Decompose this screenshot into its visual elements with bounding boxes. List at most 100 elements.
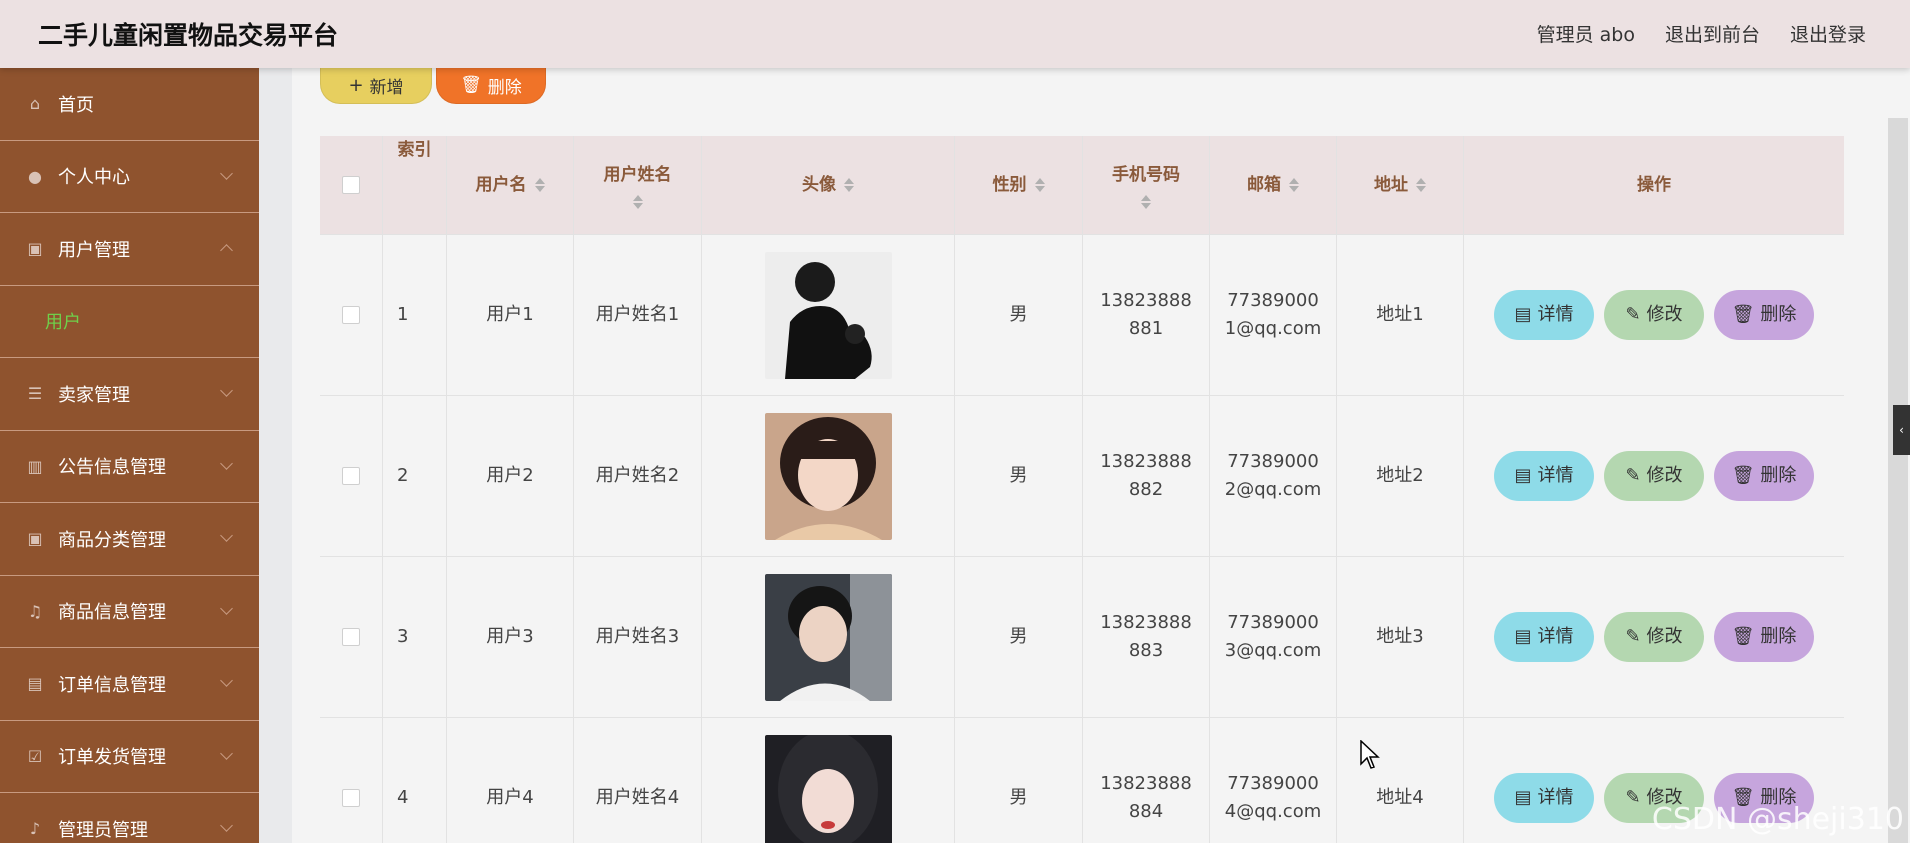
select-all-checkbox[interactable] bbox=[342, 176, 360, 194]
header-index-label: 索引 bbox=[397, 140, 432, 160]
detail-button[interactable]: ▤ 详情 bbox=[1494, 290, 1594, 340]
user-icon: ● bbox=[28, 166, 42, 186]
header-index: 索引 bbox=[383, 136, 447, 234]
row-realname: 用户姓名4 bbox=[574, 718, 702, 843]
sort-icon[interactable] bbox=[632, 195, 643, 209]
detail-button[interactable]: ▤ 详情 bbox=[1494, 612, 1594, 662]
row-checkbox[interactable] bbox=[342, 306, 360, 324]
detail-label: 详情 bbox=[1537, 787, 1574, 808]
sidebar-item-home[interactable]: ⌂ 首页 bbox=[0, 68, 259, 141]
delete-button[interactable]: 🗑 删除 bbox=[1714, 451, 1814, 501]
sidebar-item-admins[interactable]: ♪ 管理员管理 bbox=[0, 793, 259, 843]
sidebar-item-shipping[interactable]: ☑ 订单发货管理 bbox=[0, 721, 259, 793]
top-header: 二手儿童闲置物品交易平台 管理员 abo 退出到前台 退出登录 bbox=[0, 0, 1910, 68]
bell-icon: ♫ bbox=[27, 601, 43, 621]
row-username: 用户2 bbox=[447, 396, 574, 556]
row-checkbox[interactable] bbox=[342, 467, 360, 485]
logout-link[interactable]: 退出登录 bbox=[1790, 20, 1866, 47]
row-avatar-cell bbox=[702, 235, 955, 395]
table-row: 4 用户4 用户姓名4 男 13823888884 773890004@qq.c… bbox=[320, 718, 1844, 843]
detail-button[interactable]: ▤ 详情 bbox=[1494, 773, 1594, 823]
edit-button[interactable]: ✎ 修改 bbox=[1604, 451, 1704, 501]
row-ops: ▤ 详情 ✎ 修改 🗑 删除 bbox=[1464, 235, 1844, 395]
header-username[interactable]: 用户名 bbox=[447, 136, 574, 234]
home-icon: ⌂ bbox=[29, 94, 41, 114]
chevron-down-icon bbox=[220, 456, 233, 470]
sort-icon[interactable] bbox=[844, 178, 854, 192]
add-button[interactable]: + 新增 bbox=[320, 66, 432, 104]
sidebar-item-sellers[interactable]: ☰ 卖家管理 bbox=[0, 358, 259, 431]
sort-icon[interactable] bbox=[534, 178, 545, 192]
document-icon: ▤ bbox=[1514, 304, 1532, 325]
row-avatar-cell bbox=[702, 396, 955, 556]
row-email: 773890001@qq.com bbox=[1210, 235, 1337, 395]
detail-button[interactable]: ▤ 详情 bbox=[1494, 451, 1594, 501]
sidebar-item-profile[interactable]: ● 个人中心 bbox=[0, 141, 259, 213]
delete-button[interactable]: 🗑 删除 bbox=[1714, 612, 1814, 662]
front-link[interactable]: 退出到前台 bbox=[1665, 20, 1760, 47]
row-checkbox[interactable] bbox=[342, 789, 360, 807]
chevron-up-icon bbox=[220, 244, 233, 257]
table-header: 索引 用户名 用户姓名 头像 性别 手机号码 邮箱 地址 操作 bbox=[320, 136, 1844, 235]
edit-label: 修改 bbox=[1646, 465, 1683, 486]
row-checkbox-cell bbox=[320, 718, 383, 843]
header-avatar[interactable]: 头像 bbox=[702, 136, 955, 234]
detail-label: 详情 bbox=[1537, 304, 1574, 325]
batch-delete-button[interactable]: 🗑 删除 bbox=[436, 66, 546, 104]
header-sex[interactable]: 性别 bbox=[955, 136, 1083, 234]
edit-button[interactable]: ✎ 修改 bbox=[1604, 290, 1704, 340]
delete-label: 删除 bbox=[1760, 304, 1797, 325]
header-realname-label: 用户姓名 bbox=[603, 165, 672, 185]
detail-label: 详情 bbox=[1537, 626, 1574, 647]
trash-icon: 🗑 bbox=[1731, 304, 1755, 325]
row-avatar-cell bbox=[702, 718, 955, 843]
detail-label: 详情 bbox=[1537, 465, 1574, 486]
sidebar-item-label: 订单信息管理 bbox=[58, 674, 166, 696]
row-index: 4 bbox=[383, 718, 447, 843]
row-checkbox[interactable] bbox=[342, 628, 360, 646]
sidebar-item-label: 个人中心 bbox=[58, 167, 130, 189]
chevron-down-icon bbox=[220, 166, 233, 180]
pencil-icon: ✎ bbox=[1625, 465, 1641, 486]
row-phone: 13823888883 bbox=[1083, 557, 1210, 717]
avatar bbox=[764, 412, 892, 540]
row-phone: 13823888881 bbox=[1083, 235, 1210, 395]
row-address: 地址1 bbox=[1337, 235, 1464, 395]
header-email[interactable]: 邮箱 bbox=[1210, 136, 1337, 234]
header-phone[interactable]: 手机号码 bbox=[1083, 136, 1210, 234]
sidebar-item-users[interactable]: ▣ 用户管理 bbox=[0, 213, 259, 286]
sidebar-item-label: 用户管理 bbox=[58, 239, 130, 261]
sidebar-item-categories[interactable]: ▣ 商品分类管理 bbox=[0, 503, 259, 576]
sort-icon[interactable] bbox=[1289, 178, 1299, 192]
chevron-down-icon bbox=[220, 819, 233, 832]
header-checkbox-cell bbox=[320, 136, 383, 234]
header-email-label: 邮箱 bbox=[1247, 175, 1281, 195]
header-address[interactable]: 地址 bbox=[1337, 136, 1464, 234]
sidebar-item-label: 公告信息管理 bbox=[58, 457, 166, 479]
trash-icon: 🗑 bbox=[1731, 465, 1755, 486]
vertical-scrollbar[interactable] bbox=[1870, 68, 1910, 843]
delete-button[interactable]: 🗑 删除 bbox=[1714, 290, 1814, 340]
row-address: 地址4 bbox=[1337, 718, 1464, 843]
table-row: 3 用户3 用户姓名3 男 13823888883 773890003@qq.c… bbox=[320, 557, 1844, 718]
chevron-down-icon bbox=[220, 601, 233, 615]
row-phone: 13823888884 bbox=[1083, 718, 1210, 843]
sidebar-item-notices[interactable]: ▥ 公告信息管理 bbox=[0, 431, 259, 503]
edit-button[interactable]: ✎ 修改 bbox=[1604, 612, 1704, 662]
header-phone-label: 手机号码 bbox=[1112, 165, 1180, 185]
collapse-tab[interactable]: ‹ bbox=[1893, 405, 1910, 455]
sidebar-subitem-user[interactable]: 用户 bbox=[0, 286, 259, 358]
sidebar-item-products[interactable]: ♫ 商品信息管理 bbox=[0, 576, 259, 648]
scrollbar-thumb[interactable] bbox=[1888, 118, 1908, 843]
top-links: 管理员 abo 退出到前台 退出登录 bbox=[1537, 20, 1866, 47]
header-realname[interactable]: 用户姓名 bbox=[574, 136, 702, 234]
user-table: 索引 用户名 用户姓名 头像 性别 手机号码 邮箱 地址 操作 1 用户1 用户… bbox=[320, 136, 1844, 843]
row-phone-text: 13823888884 bbox=[1100, 773, 1192, 822]
sort-icon[interactable] bbox=[1141, 195, 1151, 209]
sidebar-item-orders[interactable]: ▤ 订单信息管理 bbox=[0, 648, 259, 721]
sort-icon[interactable] bbox=[1416, 178, 1426, 192]
sort-icon[interactable] bbox=[1034, 178, 1045, 192]
delete-label: 删除 bbox=[1760, 465, 1797, 486]
mouse-cursor-icon bbox=[1360, 740, 1380, 769]
row-email: 773890002@qq.com bbox=[1210, 396, 1337, 556]
